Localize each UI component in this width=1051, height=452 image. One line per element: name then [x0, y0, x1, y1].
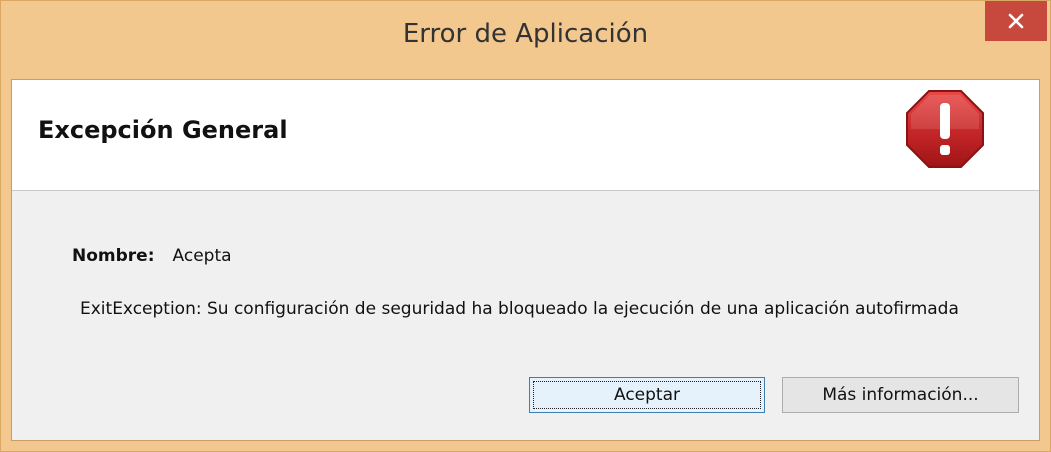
accept-button[interactable]: Aceptar [529, 377, 765, 413]
dialog-header: Excepción General [12, 80, 1039, 191]
title-bar[interactable]: Error de Aplicación [1, 1, 1050, 79]
name-row: Nombre: Acepta [72, 246, 232, 266]
error-message: ExitException: Su configuración de segur… [80, 299, 959, 319]
close-button[interactable] [985, 1, 1047, 41]
header-title: Excepción General [38, 116, 288, 144]
name-label: Nombre: [72, 246, 155, 266]
focus-ring [533, 381, 761, 409]
error-stop-icon [905, 89, 985, 169]
window-title: Error de Aplicación [402, 19, 649, 49]
error-dialog-window: Error de Aplicación Excepción General No… [0, 0, 1051, 452]
dialog-content: Excepción General Nombre: Acepta ExitExc… [11, 79, 1040, 441]
close-icon [1008, 13, 1024, 29]
more-info-button[interactable]: Más información... [782, 377, 1019, 413]
more-info-button-label: Más información... [822, 385, 979, 405]
name-value: Acepta [172, 246, 232, 266]
